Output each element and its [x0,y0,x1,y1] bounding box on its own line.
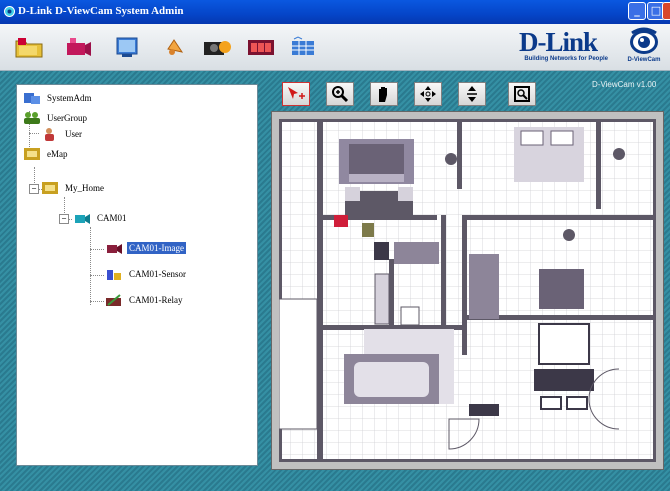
map-icon [42,182,58,194]
photo-camera-icon [204,41,231,55]
tree-label-cam01-image: CAM01-Image [127,242,186,254]
camera-icon [67,38,91,56]
speaker-icon [167,39,184,55]
zoom-icon [332,86,349,103]
logo-tagline: Building Networks for People [524,56,608,62]
camera-icon [75,214,90,224]
tree-node-emap[interactable]: eMap [23,147,70,161]
fit-tool[interactable] [508,82,536,106]
cam01-expander[interactable]: − [59,214,69,224]
tree-node-usergroup[interactable]: UserGroup [23,111,89,125]
title-bar[interactable]: D-Link D-ViewCam System Admin _ □ [0,0,670,24]
relay-icon [106,294,121,306]
sensor-icon [107,270,121,280]
move-tool[interactable] [414,82,442,106]
open-folder-tool[interactable] [12,32,46,62]
admin-icon [24,93,40,104]
tree-label-systemadm: SystemAdm [47,93,92,103]
tree-node-cam01[interactable]: CAM01 [73,211,129,225]
my-home-expander[interactable]: − [29,184,39,194]
close-button[interactable] [662,2,670,20]
user-icon [45,128,54,141]
tree-label-user: User [65,129,82,139]
tree-label-emap: eMap [47,149,68,159]
device-tree[interactable]: − − SystemAdm UserGroup User eMap My_Hom… [16,84,258,466]
camera-image-icon [107,244,122,254]
camera-settings-tool[interactable] [62,32,96,62]
tree-node-my-home[interactable]: My_Home [41,181,106,195]
fit-window-icon [514,86,530,102]
film-icon [248,40,274,55]
monitor-icon [116,37,138,57]
pointer-tool[interactable] [282,82,310,106]
zoom-in-tool[interactable] [326,82,354,106]
app-icon [4,6,15,17]
logo-wordmark: D-Link [518,27,598,57]
window-title: D-Link D-ViewCam System Admin [18,5,184,17]
minimize-button[interactable]: _ [628,2,646,20]
tree-label-cam01-relay: CAM01-Relay [129,295,183,305]
eye-icon [630,27,658,54]
arrow-cursor-icon [288,87,305,99]
tree-node-user[interactable]: User [41,127,84,141]
tree-label-cam01-sensor: CAM01-Sensor [129,269,187,279]
monitor-tool[interactable] [110,32,144,62]
product-caption: D-ViewCam [627,57,661,63]
main-toolbar: D-Link Building Networks for People D-Vi… [0,24,670,71]
tree-label-usergroup: UserGroup [47,113,87,123]
dlink-logo: D-Link Building Networks for People [508,27,608,67]
film-tool[interactable] [244,32,278,62]
tree-label-cam01: CAM01 [97,213,127,223]
floor-plan [279,119,656,462]
snapshot-tool[interactable] [200,32,234,62]
folder-icon [15,38,43,58]
dviewcam-logo: D-ViewCam [622,27,666,67]
emap-icon [24,148,40,160]
grid-icon [292,36,314,55]
move-arrows-icon [420,86,436,102]
tree-node-systemadm[interactable]: SystemAdm [23,91,94,105]
vertical-arrows-icon [467,86,477,102]
tree-node-cam01-image[interactable]: CAM01-Image [105,241,186,255]
hand-icon [379,87,387,102]
vertical-move-tool[interactable] [458,82,486,106]
emap-view[interactable] [271,111,664,470]
tree-node-cam01-relay[interactable]: CAM01-Relay [105,293,185,307]
version-label: D-ViewCam v1.00 [592,80,657,89]
user-group-icon [24,112,40,124]
pan-tool[interactable] [370,82,398,106]
layout-tool[interactable] [286,32,320,62]
speaker-tool[interactable] [158,32,192,62]
tree-label-my-home: My_Home [65,183,104,193]
tree-node-cam01-sensor[interactable]: CAM01-Sensor [105,267,188,281]
